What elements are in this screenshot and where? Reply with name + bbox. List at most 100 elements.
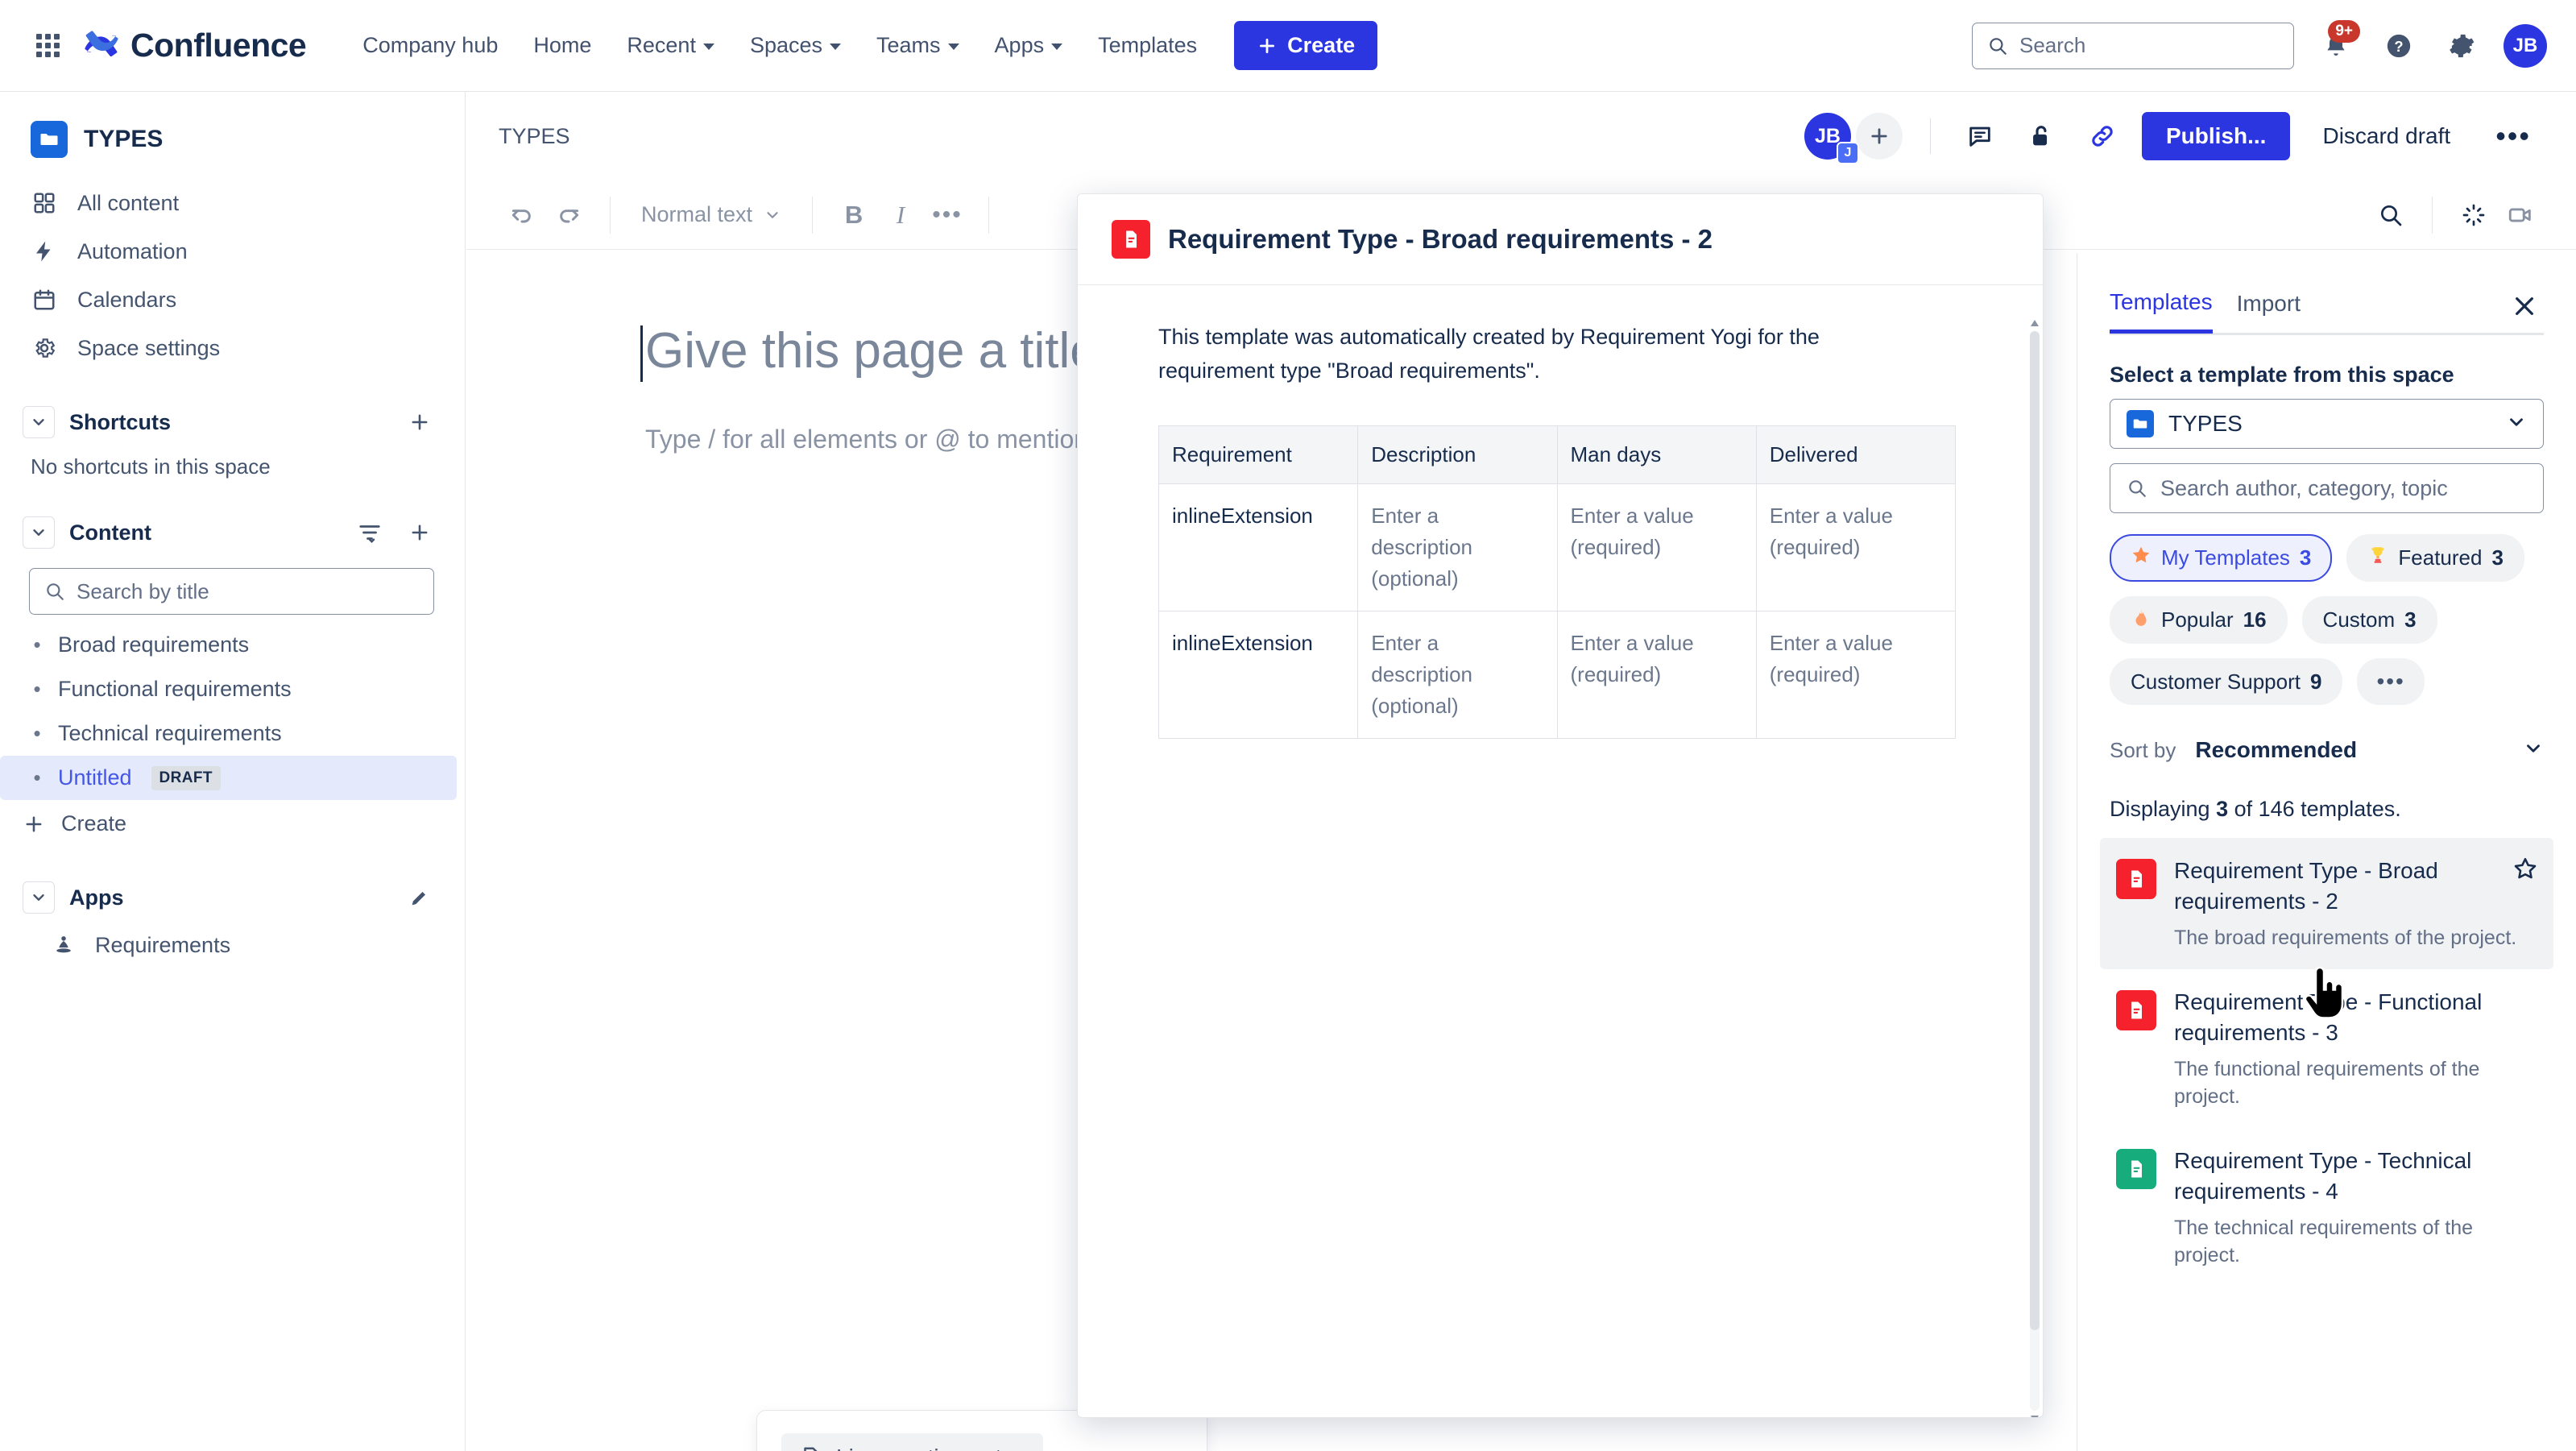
add-shortcut-button[interactable] (404, 406, 436, 438)
close-icon[interactable] (2505, 287, 2544, 325)
help-button[interactable]: ? (2378, 25, 2420, 67)
content-title: Content (69, 520, 151, 545)
nav-teams[interactable]: Teams (862, 23, 974, 68)
star-outline-icon[interactable] (2512, 856, 2539, 887)
sidebar-create-page-button[interactable]: Create (0, 800, 465, 848)
filter-content-button[interactable] (354, 516, 386, 549)
tab-label: Templates (2110, 289, 2213, 314)
template-description: The technical requirements of the projec… (2174, 1215, 2537, 1270)
chip-popular[interactable]: Popular 16 (2110, 596, 2288, 644)
chevron-down-icon[interactable] (2523, 738, 2544, 763)
scroll-up-arrow-icon[interactable] (2031, 320, 2039, 326)
user-avatar[interactable]: JB (2504, 24, 2547, 68)
chip-custom[interactable]: Custom 3 (2302, 596, 2437, 644)
page-item-untitled-draft[interactable]: • Untitled DRAFT (0, 756, 457, 800)
chip-more-filters[interactable]: ••• (2357, 658, 2424, 705)
nav-apps[interactable]: Apps (980, 23, 1078, 68)
global-search-input[interactable]: Search (1972, 23, 2294, 69)
insert-live-meeting-notes-button[interactable]: Live meeting notes (781, 1433, 1043, 1451)
settings-button[interactable] (2441, 25, 2483, 67)
sidebar-item-all-content[interactable]: All content (0, 179, 465, 227)
template-search-input[interactable]: Search author, category, topic (2110, 463, 2544, 513)
sidebar-item-automation[interactable]: Automation (0, 227, 465, 276)
sidebar-item-label: Calendars (77, 288, 176, 313)
template-preview-modal: Requirement Type - Broad requirements - … (1077, 193, 2044, 1418)
sidebar-item-label: Automation (77, 239, 188, 264)
avatar[interactable]: JB J (1804, 113, 1851, 160)
plus-icon (23, 813, 45, 835)
preview-title: Requirement Type - Broad requirements - … (1168, 224, 1713, 255)
more-icon: ••• (2495, 119, 2531, 152)
divider (2432, 197, 2433, 234)
chip-label: Custom (2323, 607, 2396, 632)
apps-section-header: Apps (0, 870, 465, 922)
sort-by-value[interactable]: Recommended (2195, 737, 2357, 763)
bold-button[interactable]: B (830, 192, 877, 238)
more-icon: ••• (932, 201, 963, 229)
nav-company-hub[interactable]: Company hub (348, 23, 512, 68)
publish-button[interactable]: Publish... (2142, 112, 2290, 160)
notifications-button[interactable]: 9+ (2315, 25, 2357, 67)
editor-more-options-button[interactable]: ••• (2483, 116, 2544, 156)
tab-label: Import (2237, 291, 2301, 316)
table-header-cell: Man days (1557, 425, 1756, 483)
nav-spaces[interactable]: Spaces (735, 23, 855, 68)
template-list-item-functional[interactable]: Requirement Type - Functional requiremen… (2100, 969, 2553, 1128)
content-search-input[interactable]: Search by title (29, 568, 434, 615)
template-list-item-technical[interactable]: Requirement Type - Technical requirement… (2100, 1128, 2553, 1287)
add-people-button[interactable] (1856, 113, 1903, 160)
page-item-technical-requirements[interactable]: • Technical requirements (0, 711, 465, 756)
comment-button[interactable] (1958, 114, 2002, 158)
search-icon (2378, 202, 2404, 228)
sidebar-item-calendars[interactable]: Calendars (0, 276, 465, 324)
grid-apps-icon[interactable] (29, 27, 66, 64)
shortcuts-title: Shortcuts (69, 410, 171, 435)
chip-my-templates[interactable]: My Templates 3 (2110, 534, 2332, 582)
scroll-down-arrow-icon[interactable] (2031, 1416, 2039, 1418)
chevron-down-icon[interactable] (23, 406, 55, 438)
chevron-down-icon[interactable] (23, 881, 55, 914)
confluence-logo-home-link[interactable]: Confluence (84, 27, 306, 64)
ai-sparkle-icon[interactable] (2450, 192, 2497, 238)
more-formatting-button[interactable]: ••• (924, 192, 971, 238)
nav-home[interactable]: Home (519, 23, 606, 68)
undo-icon[interactable] (499, 192, 545, 238)
video-icon[interactable] (2497, 192, 2544, 238)
restrictions-button[interactable] (2019, 114, 2063, 158)
select-template-label: Select a template from this space (2077, 335, 2576, 388)
page-item-functional-requirements[interactable]: • Functional requirements (0, 667, 465, 711)
template-list-item-broad[interactable]: Requirement Type - Broad requirements - … (2100, 838, 2553, 969)
sidebar-item-requirements[interactable]: Requirements (0, 922, 465, 968)
preview-table: Requirement Description Man days Deliver… (1158, 425, 1956, 739)
page-label: Technical requirements (58, 721, 282, 746)
create-button[interactable]: Create (1234, 21, 1377, 70)
displaying-suffix: of 146 templates. (2228, 797, 2401, 821)
text-style-dropdown[interactable]: Normal text (628, 194, 794, 235)
chevron-down-icon[interactable] (23, 516, 55, 549)
chevron-down-icon (830, 44, 841, 50)
preview-scrollbar[interactable] (2030, 331, 2040, 1411)
sidebar-item-space-settings[interactable]: Space settings (0, 324, 465, 372)
lightning-bolt-icon (31, 238, 58, 265)
nav-recent[interactable]: Recent (612, 23, 729, 68)
page-item-broad-requirements[interactable]: • Broad requirements (0, 623, 465, 667)
redo-icon[interactable] (545, 192, 592, 238)
edit-apps-button[interactable] (404, 881, 436, 914)
scrollbar-thumb[interactable] (2030, 331, 2040, 1330)
find-replace-button[interactable] (2367, 192, 2414, 238)
space-header[interactable]: TYPES (0, 113, 465, 179)
add-content-button[interactable] (404, 516, 436, 549)
breadcrumb[interactable]: TYPES (499, 124, 570, 149)
italic-button[interactable]: I (877, 192, 924, 238)
tab-templates[interactable]: Templates (2110, 289, 2213, 334)
preview-header: Requirement Type - Broad requirements - … (1078, 194, 2043, 285)
discard-draft-button[interactable]: Discard draft (2308, 112, 2465, 160)
tab-import[interactable]: Import (2237, 291, 2301, 331)
copy-link-button[interactable] (2081, 114, 2124, 158)
chip-featured[interactable]: Featured 3 (2346, 534, 2524, 582)
chip-customer-support[interactable]: Customer Support 9 (2110, 658, 2342, 705)
page-title-placeholder[interactable]: Give this page a title (645, 322, 1098, 379)
nav-templates[interactable]: Templates (1083, 23, 1211, 68)
space-select-dropdown[interactable]: TYPES (2110, 399, 2544, 449)
template-name: Requirement Type - Technical requirement… (2174, 1146, 2537, 1207)
